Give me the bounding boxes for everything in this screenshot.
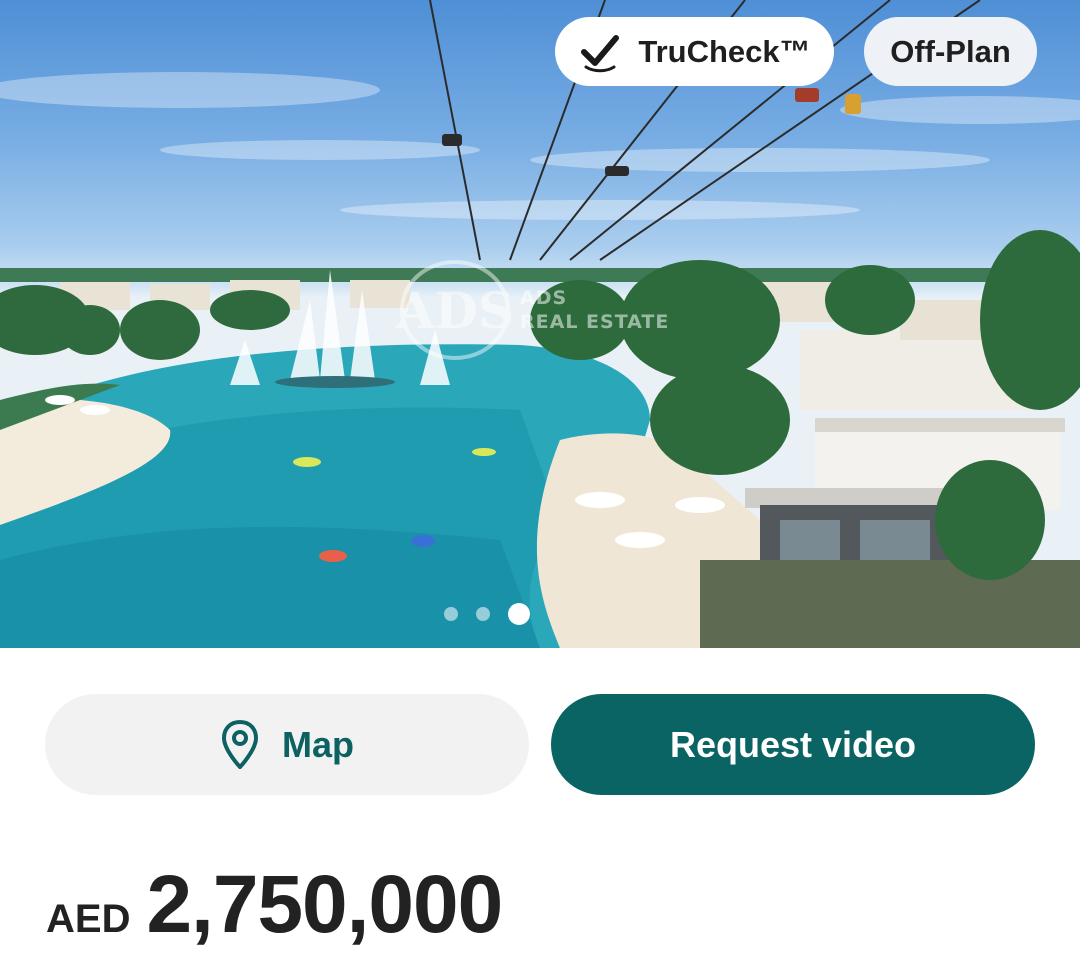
- price-amount: 2,750,000: [146, 859, 503, 950]
- check-icon: [581, 34, 620, 72]
- watermark-line-1: ADS: [520, 287, 568, 309]
- carousel-dot-active[interactable]: [508, 603, 530, 625]
- carousel-dot[interactable]: [444, 607, 458, 621]
- listing-price: AED 2,750,000: [46, 858, 503, 950]
- watermark-line-2: REAL ESTATE: [520, 311, 670, 333]
- watermark-logo: ADS: [396, 260, 514, 360]
- price-currency: AED: [46, 897, 131, 941]
- map-button-label: Map: [282, 723, 354, 765]
- carousel-dot[interactable]: [476, 607, 490, 621]
- request-video-label: Request video: [669, 723, 917, 765]
- property-photo-carousel[interactable]: ADS ADS REAL ESTATE TruCheck™ Off-Plan: [0, 0, 1080, 648]
- agency-watermark: ADS ADS REAL ESTATE: [396, 255, 690, 365]
- trucheck-label: TruCheck™: [638, 33, 811, 69]
- off-plan-label: Off-Plan: [890, 33, 1011, 69]
- request-video-button[interactable]: Request video: [551, 694, 1035, 795]
- trucheck-badge[interactable]: TruCheck™: [555, 17, 834, 86]
- location-pin-icon: [222, 719, 258, 769]
- watermark-text: ADS REAL ESTATE: [520, 286, 669, 334]
- off-plan-badge: Off-Plan: [864, 17, 1037, 86]
- carousel-indicator: [444, 600, 554, 628]
- map-button[interactable]: Map: [45, 694, 529, 795]
